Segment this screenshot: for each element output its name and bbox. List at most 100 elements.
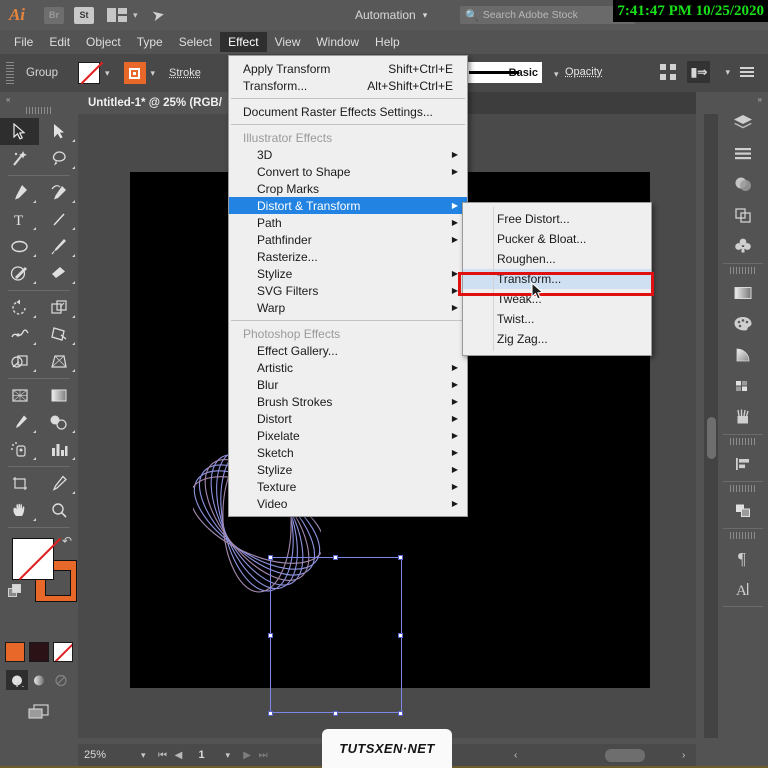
paintbrush-tool[interactable] [39, 233, 78, 260]
menu-item-convert-to-shape[interactable]: Convert to Shape ▶ [229, 163, 467, 180]
pen-tool[interactable] [0, 179, 39, 206]
automation-menu[interactable]: Automation ▾ [355, 0, 427, 30]
column-graph-tool[interactable] [39, 436, 78, 463]
scale-tool[interactable] [39, 294, 78, 321]
mesh-tool[interactable] [0, 382, 39, 409]
scrollbar-thumb[interactable] [707, 417, 716, 459]
shaper-tool[interactable] [0, 260, 39, 287]
menu-item-object[interactable]: Object [78, 32, 129, 52]
menu-item-select[interactable]: Select [171, 32, 220, 52]
zoom-level-value[interactable]: 25% [84, 749, 132, 761]
distort-and-transform-submenu[interactable]: Free Distort... Pucker & Bloat... Roughen.… [462, 202, 652, 356]
swatch-orange[interactable] [5, 642, 25, 662]
brushes-icon[interactable] [718, 401, 768, 432]
menu-item-stylize[interactable]: Stylize ▶ [229, 265, 467, 282]
menu-item-window[interactable]: Window [308, 32, 367, 52]
layers-icon[interactable] [718, 106, 768, 137]
default-fill-stroke-icon[interactable] [8, 584, 22, 598]
menu-item-view[interactable]: View [267, 32, 309, 52]
artboard-tool[interactable] [0, 470, 39, 497]
expand-panels-icon[interactable]: » [718, 92, 768, 106]
color-icon[interactable] [718, 308, 768, 339]
selection-tool[interactable] [0, 118, 39, 145]
zoom-dropdown-icon[interactable]: ▾ [141, 750, 146, 761]
character-icon[interactable]: A [718, 573, 768, 604]
gradient-tool[interactable] [39, 382, 78, 409]
width-tool[interactable] [0, 321, 39, 348]
fill-swatch[interactable] [77, 62, 100, 84]
magic-wand-tool[interactable] [0, 145, 39, 172]
menu-item-warp[interactable]: Warp ▶ [229, 299, 467, 316]
panel-group-grip[interactable] [730, 267, 756, 274]
chevron-down-icon[interactable]: ▾ [554, 69, 559, 80]
selection-handle[interactable] [333, 711, 338, 716]
menu-item-3d[interactable]: 3D ▶ [229, 146, 467, 163]
swap-fill-stroke-icon[interactable]: ↶ [62, 534, 72, 548]
type-tool[interactable]: T [0, 206, 39, 233]
color-mode-button[interactable] [6, 670, 28, 690]
bridge-icon[interactable]: Br [44, 6, 64, 24]
fill-color-swatch[interactable] [12, 538, 54, 580]
color-guide-icon[interactable] [718, 339, 768, 370]
scroll-left-icon[interactable]: ‹ [514, 750, 517, 761]
canvas-vertical-scrollbar[interactable] [704, 114, 718, 738]
tools-panel-grip[interactable] [26, 107, 52, 114]
scroll-right-icon[interactable]: › [682, 750, 685, 761]
menu-item-texture[interactable]: Texture ▶ [229, 478, 467, 495]
selection-handle[interactable] [398, 633, 403, 638]
submenu-item-free-distort[interactable]: Free Distort... [463, 209, 651, 229]
stroke-label[interactable]: Stroke [169, 67, 201, 79]
submenu-item-twist[interactable]: Twist... [463, 309, 651, 329]
page-dropdown-icon[interactable]: ▾ [226, 750, 231, 761]
menu-item-document-raster-effects-settings[interactable]: Document Raster Effects Settings... [229, 103, 467, 120]
menu-item-apply-transform[interactable]: Apply Transform Shift+Ctrl+E [229, 60, 467, 77]
properties-icon[interactable] [718, 137, 768, 168]
blend-tool[interactable] [39, 409, 78, 436]
page-number-value[interactable]: 1 [187, 749, 217, 761]
eraser-tool[interactable] [39, 260, 78, 287]
selection-handle[interactable] [268, 633, 273, 638]
gradient-icon[interactable] [718, 277, 768, 308]
rotate-tool[interactable] [0, 294, 39, 321]
opacity-label[interactable]: Opacity [565, 66, 602, 78]
selection-handle[interactable] [398, 555, 403, 560]
menu-item-transform[interactable]: Transform... Alt+Shift+Ctrl+E [229, 77, 467, 94]
menu-item-svg-filters[interactable]: SVG Filters ▶ [229, 282, 467, 299]
search-adobe-stock-input[interactable]: 🔍 Search Adobe Stock [460, 6, 635, 24]
submenu-item-pucker-bloat[interactable]: Pucker & Bloat... [463, 229, 651, 249]
eyedropper-tool[interactable] [0, 409, 39, 436]
menu-item-path[interactable]: Path ▶ [229, 214, 467, 231]
menu-item-edit[interactable]: Edit [41, 32, 78, 52]
control-bar-grip[interactable] [6, 62, 14, 84]
lasso-tool[interactable] [39, 145, 78, 172]
hand-tool[interactable] [0, 497, 39, 524]
panel-group-grip[interactable] [730, 438, 756, 445]
symbol-sprayer-tool[interactable] [0, 436, 39, 463]
selection-handle[interactable] [398, 711, 403, 716]
shape-builder-tool[interactable] [0, 348, 39, 375]
direct-selection-tool[interactable] [39, 118, 78, 145]
curvature-tool[interactable] [39, 179, 78, 206]
document-tab[interactable]: Untitled-1* @ 25% (RGB/ [78, 92, 232, 114]
menu-item-blur[interactable]: Blur ▶ [229, 376, 467, 393]
arrange-documents-icon[interactable] [107, 8, 127, 22]
menu-item-effect[interactable]: Effect [220, 32, 267, 52]
slice-tool[interactable] [39, 470, 78, 497]
ellipse-tool[interactable] [0, 233, 39, 260]
panel-group-grip[interactable] [730, 485, 756, 492]
menu-item-distort[interactable]: Distort ▶ [229, 410, 467, 427]
menu-item-video[interactable]: Video ▶ [229, 495, 467, 512]
menu-item-artistic[interactable]: Artistic ▶ [229, 359, 467, 376]
panel-group-grip[interactable] [730, 532, 756, 539]
paragraph-icon[interactable]: ¶ [718, 542, 768, 573]
menu-item-distort-transform[interactable]: Distort & Transform ▶ [229, 197, 467, 214]
zoom-tool[interactable] [39, 497, 78, 524]
selection-handle[interactable] [333, 555, 338, 560]
screen-mode-icon[interactable] [22, 702, 56, 722]
swatch-none[interactable] [53, 642, 73, 662]
align-icon[interactable] [718, 448, 768, 479]
chevron-down-icon[interactable]: ▾ [133, 10, 138, 21]
effect-menu-dropdown[interactable]: Apply Transform Shift+Ctrl+E Transform... A… [228, 55, 468, 517]
transparency-icon[interactable] [718, 168, 768, 199]
submenu-item-tweak[interactable]: Tweak... [463, 289, 651, 309]
